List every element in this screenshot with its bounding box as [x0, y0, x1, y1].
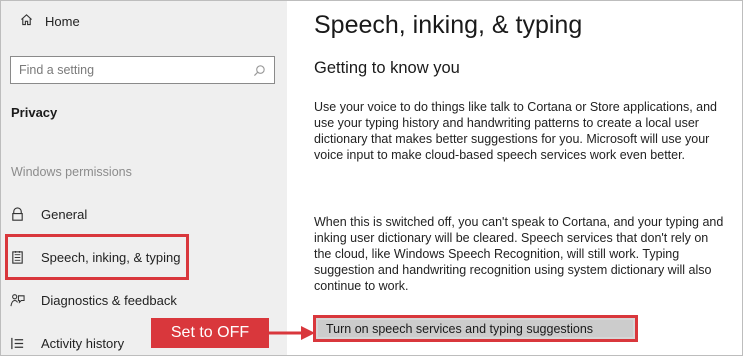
home-link[interactable]: Home — [20, 13, 80, 29]
feedback-icon — [9, 292, 25, 308]
search-input[interactable]: Find a setting — [10, 56, 275, 84]
sidebar: Home Find a setting Privacy Windows perm… — [1, 1, 287, 355]
page-title: Speech, inking, & typing — [314, 11, 583, 39]
sidebar-item-activity[interactable]: Activity history — [9, 335, 124, 351]
sidebar-item-label: General — [41, 206, 88, 222]
search-placeholder: Find a setting — [19, 63, 95, 77]
callout-label: Set to OFF — [151, 318, 269, 348]
activity-icon — [9, 335, 25, 351]
sidebar-item-label: Diagnostics & feedback — [41, 292, 177, 308]
home-label: Home — [45, 13, 80, 29]
home-icon — [20, 13, 33, 29]
speech-services-button[interactable]: Turn on speech services and typing sugge… — [318, 320, 633, 337]
warning-paragraph: When this is switched off, you can't spe… — [314, 215, 724, 293]
sidebar-item-diagnostics[interactable]: Diagnostics & feedback — [9, 292, 177, 308]
section-subtitle: Getting to know you — [314, 59, 460, 77]
arrow-icon — [269, 326, 315, 340]
search-icon — [253, 65, 265, 77]
group-label: Windows permissions — [11, 165, 132, 179]
highlight-box-speech — [5, 234, 189, 280]
section-title: Privacy — [11, 105, 58, 120]
lock-icon — [9, 206, 25, 222]
sidebar-item-general[interactable]: General — [9, 206, 87, 222]
settings-window: Home Find a setting Privacy Windows perm… — [0, 0, 743, 356]
highlight-box-button: Turn on speech services and typing sugge… — [313, 315, 638, 342]
description-paragraph: Use your voice to do things like talk to… — [314, 100, 717, 162]
sidebar-item-label: Activity history — [41, 335, 125, 351]
main-panel: Speech, inking, & typing Getting to know… — [287, 1, 742, 355]
